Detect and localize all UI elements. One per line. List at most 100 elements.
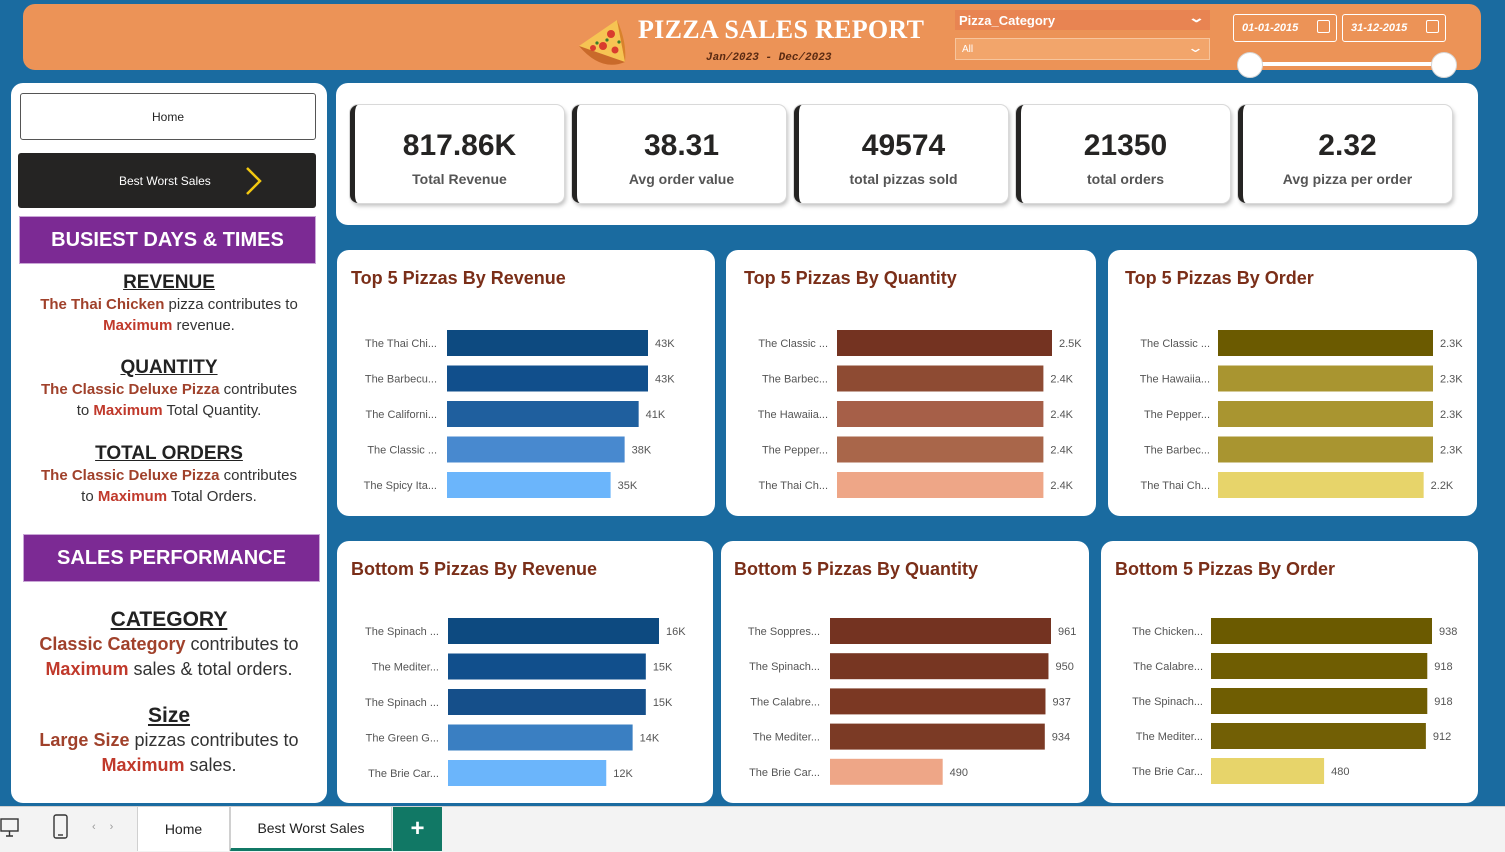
kpi-card-total-pizzas-sold: 49574 total pizzas sold [794, 105, 1008, 203]
bar[interactable] [448, 618, 659, 644]
date-start-input[interactable]: 01-01-2015 [1233, 14, 1337, 42]
bar[interactable] [447, 365, 648, 392]
quantity-top-item: The Classic Deluxe Pizza [41, 381, 220, 398]
bar[interactable] [837, 401, 1044, 427]
tab-best-worst-sales[interactable]: Best Worst Sales [230, 807, 392, 851]
bar[interactable] [1218, 330, 1433, 356]
bar-chart-bottom-revenue: The Spinach ... 16K The Mediter... 15K The S… [365, 618, 686, 786]
size-tail: sales. [184, 755, 237, 775]
size-heading: Size [147, 704, 191, 727]
bar[interactable] [830, 653, 1049, 680]
data-label: 38K [632, 445, 652, 457]
bar-chart-top-quantity: The Classic ... 2.5K The Barbec... 2.4K The … [758, 330, 1082, 498]
tab-scroll-arrows-icon[interactable]: ‹› [92, 821, 127, 833]
category-label: The Mediter... [753, 732, 820, 744]
category-slicer-dropdown[interactable]: All ⌄ [955, 38, 1210, 60]
orders-to: to [81, 488, 98, 505]
data-label: 15K [653, 662, 673, 674]
data-label: 43K [655, 374, 675, 386]
data-label: 2.2K [1431, 480, 1454, 492]
chart-title: Top 5 Pizzas By Order [1125, 268, 1314, 288]
bar[interactable] [837, 365, 1044, 392]
best-worst-sales-button[interactable]: Best Worst Sales [18, 153, 316, 208]
bar[interactable] [1211, 758, 1325, 784]
data-label: 12K [613, 768, 633, 780]
mobile-view-icon[interactable] [52, 813, 70, 841]
category-label: The Thai Ch... [1141, 480, 1211, 492]
bar[interactable] [1211, 723, 1426, 749]
bar[interactable] [1218, 365, 1433, 392]
bar[interactable] [1218, 472, 1424, 498]
bar[interactable] [448, 689, 646, 715]
page-tab-bar: ‹› Home Best Worst Sales + [0, 806, 1505, 852]
category-text: contributes to [185, 634, 299, 654]
tab-best-worst-sales-label: Best Worst Sales [257, 819, 365, 836]
bar[interactable] [1211, 653, 1428, 679]
bar[interactable] [448, 760, 607, 786]
bar[interactable] [1211, 688, 1428, 714]
bar[interactable] [447, 401, 639, 427]
data-label: 15K [653, 697, 673, 709]
kpi-label: Total Revenue [412, 171, 507, 187]
category-label: The Calabre... [750, 696, 820, 708]
data-label: 912 [1433, 731, 1451, 743]
kpi-card-avg-order-value: 38.31 Avg order value [572, 105, 786, 203]
quantity-text: contributes [219, 381, 297, 398]
chart-bottom-revenue: The Spinach ... 16K The Mediter... 15K The S… [337, 541, 713, 803]
bar[interactable] [1211, 618, 1432, 644]
home-button[interactable]: Home [20, 93, 316, 140]
bar[interactable] [830, 688, 1046, 715]
tab-home-label: Home [164, 821, 203, 837]
quantity-max: Maximum [93, 402, 163, 419]
calendar-icon[interactable] [1317, 20, 1330, 33]
category-heading: CATEGORY [110, 608, 228, 631]
chevron-down-icon[interactable]: ⌄ [1188, 10, 1205, 26]
category-label: The Thai Ch... [759, 480, 829, 492]
kpi-value: 38.31 [643, 129, 720, 162]
pizza-icon [579, 20, 626, 65]
bar[interactable] [447, 436, 625, 463]
bar[interactable] [830, 618, 1051, 644]
bar[interactable] [830, 758, 943, 785]
bar[interactable] [837, 472, 1044, 498]
size-top-item: Large Size [39, 730, 130, 750]
bar[interactable] [448, 653, 646, 680]
chevron-down-icon[interactable]: ⌄ [1187, 40, 1204, 56]
kpi-card-total-orders: 21350 total orders [1016, 105, 1230, 203]
category-label: The Pepper... [1144, 409, 1210, 421]
bar-chart-top-revenue: The Thai Chi... 43K The Barbecu... 43K The C… [364, 330, 675, 498]
data-label: 2.5K [1059, 338, 1082, 350]
desktop-view-icon[interactable] [0, 817, 22, 839]
bar[interactable] [1218, 401, 1433, 427]
quantity-tail: Total Quantity. [162, 402, 262, 419]
revenue-top-item: The Thai Chicken [40, 296, 165, 313]
bar[interactable] [837, 436, 1044, 463]
category-label: The Soppres... [748, 626, 820, 638]
revenue-heading: REVENUE [123, 272, 215, 293]
category-slicer-header[interactable]: Pizza_Category ⌄ [955, 10, 1210, 30]
kpi-value: 2.32 [1318, 129, 1377, 162]
data-label: 35K [618, 480, 638, 492]
category-label: The Mediter... [372, 662, 439, 674]
data-label: 2.4K [1050, 480, 1073, 492]
bar[interactable] [447, 472, 611, 498]
bar[interactable] [448, 724, 633, 751]
calendar-icon[interactable] [1426, 20, 1439, 33]
chart-title: Bottom 5 Pizzas By Revenue [351, 559, 598, 579]
tab-home[interactable]: Home [137, 807, 230, 851]
navigation-insights-panel: Home Best Worst Sales BUSIEST DAYS & TIM… [11, 83, 327, 803]
bar-chart-bottom-order: The Chicken... 938 The Calabre... 918 The Sp… [1132, 618, 1457, 784]
category-label: The Classic ... [1140, 338, 1210, 350]
date-slider-start-handle[interactable] [1237, 52, 1263, 78]
orders-max: Maximum [97, 488, 168, 505]
bar[interactable] [837, 330, 1052, 356]
bar[interactable] [1218, 436, 1433, 463]
add-page-button[interactable]: + [393, 807, 442, 851]
bar[interactable] [830, 723, 1045, 750]
date-end-input[interactable]: 31-12-2015 [1342, 14, 1446, 42]
chart-title: Top 5 Pizzas By Quantity [744, 268, 957, 288]
date-slider-end-handle[interactable] [1431, 52, 1457, 78]
date-range-slider-track[interactable] [1250, 62, 1444, 66]
bar[interactable] [447, 330, 648, 356]
category-label: The Classic ... [367, 445, 437, 457]
